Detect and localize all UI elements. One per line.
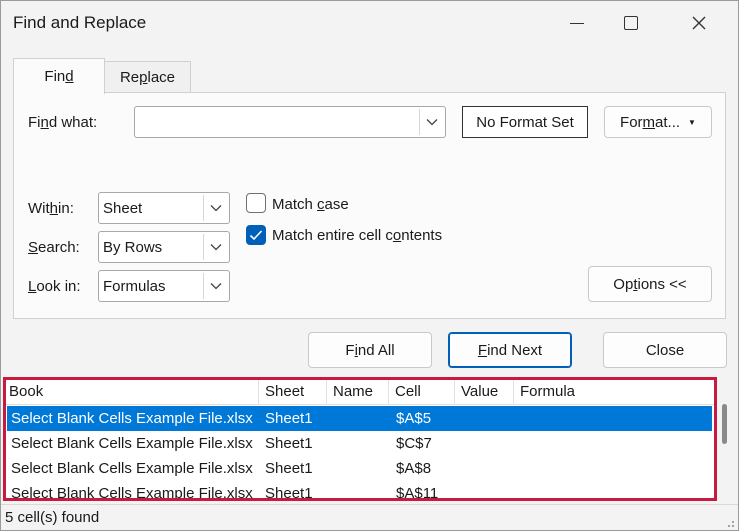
options-button[interactable]: Options << (588, 266, 712, 302)
format-button-label: Format... (620, 113, 681, 131)
match-entire-label[interactable]: Match entire cell contents (272, 227, 442, 244)
tab-find[interactable]: Find (13, 58, 105, 94)
maximize-button[interactable] (608, 1, 654, 45)
status-text: 5 cell(s) found (5, 509, 100, 526)
search-dropdown[interactable] (203, 234, 227, 260)
cell-address: $A$8 (396, 460, 432, 477)
match-entire-checkbox[interactable] (246, 225, 266, 245)
format-button[interactable]: Format... ▼ (604, 106, 712, 138)
cell-sheet: Sheet1 (265, 410, 313, 427)
find-what-dropdown[interactable] (419, 109, 443, 135)
results-scrollbar[interactable] (719, 378, 737, 500)
minimize-button[interactable] (554, 1, 600, 45)
close-icon (692, 16, 706, 30)
cell-book: Select Blank Cells Example File.xlsx (11, 460, 253, 477)
cell-sheet: Sheet1 (265, 460, 313, 477)
look-in-value: Formulas (103, 278, 166, 295)
resize-grip-icon[interactable] (725, 518, 735, 528)
format-preview: No Format Set (462, 106, 588, 138)
results-list[interactable]: Book Sheet Name Cell Value Formula Selec… (3, 378, 716, 500)
title-bar[interactable]: Find and Replace (1, 1, 738, 45)
chevron-down-icon (210, 205, 221, 212)
find-all-label: Find All (345, 341, 395, 359)
cell-address: $C$7 (396, 435, 432, 452)
results-header: Book Sheet Name Cell Value Formula (3, 378, 716, 405)
chevron-down-icon (426, 119, 437, 126)
search-value: By Rows (103, 239, 163, 256)
close-window-button[interactable] (676, 1, 722, 45)
match-case-label[interactable]: Match case (272, 196, 349, 213)
find-what-label: Find what: (28, 114, 98, 131)
find-next-label: Find Next (477, 341, 543, 359)
find-replace-dialog: Find and Replace Find Replace Find what:… (0, 0, 739, 531)
cell-sheet: Sheet1 (265, 435, 313, 452)
cell-book: Select Blank Cells Example File.xlsx (11, 485, 253, 500)
within-dropdown[interactable] (203, 195, 227, 221)
match-case-checkbox[interactable] (246, 193, 266, 213)
close-button[interactable]: Close (603, 332, 727, 368)
look-in-label: Look in: (28, 278, 81, 295)
maximize-icon (624, 16, 638, 30)
column-header-book[interactable]: Book (3, 378, 259, 405)
table-row[interactable]: Select Blank Cells Example File.xlsx She… (7, 456, 712, 481)
chevron-down-icon (210, 283, 221, 290)
chevron-down-icon (210, 244, 221, 251)
cell-book: Select Blank Cells Example File.xlsx (11, 410, 253, 427)
column-header-name[interactable]: Name (327, 378, 389, 405)
within-value: Sheet (103, 200, 143, 217)
minimize-icon (570, 22, 584, 24)
within-label: Within: (28, 200, 74, 217)
window-title: Find and Replace (13, 13, 147, 32)
look-in-select[interactable]: Formulas (98, 270, 230, 302)
cell-book: Select Blank Cells Example File.xlsx (11, 435, 253, 452)
find-what-input[interactable] (134, 106, 446, 138)
checkmark-icon (249, 230, 263, 241)
table-row[interactable]: Select Blank Cells Example File.xlsx She… (7, 481, 712, 500)
look-in-dropdown[interactable] (203, 273, 227, 299)
search-select[interactable]: By Rows (98, 231, 230, 263)
find-next-button[interactable]: Find Next (448, 332, 572, 368)
caret-down-icon: ▼ (688, 117, 696, 127)
column-header-value[interactable]: Value (455, 378, 514, 405)
column-header-sheet[interactable]: Sheet (259, 378, 327, 405)
status-bar: 5 cell(s) found (1, 504, 738, 530)
cell-sheet: Sheet1 (265, 485, 313, 500)
column-header-cell[interactable]: Cell (389, 378, 455, 405)
tab-replace-label: Replace (119, 68, 176, 86)
scrollbar-thumb[interactable] (722, 404, 727, 444)
within-select[interactable]: Sheet (98, 192, 230, 224)
tab-replace[interactable]: Replace (105, 61, 191, 92)
options-button-label: Options << (613, 275, 687, 293)
cell-address: $A$5 (396, 410, 432, 427)
column-header-formula[interactable]: Formula (514, 378, 716, 405)
search-label: Search: (28, 239, 80, 256)
tab-find-label: Find (44, 68, 74, 85)
table-row[interactable]: Select Blank Cells Example File.xlsx She… (7, 431, 712, 456)
find-all-button[interactable]: Find All (308, 332, 432, 368)
table-row[interactable]: Select Blank Cells Example File.xlsx She… (7, 406, 712, 431)
cell-address: $A$11 (396, 485, 439, 500)
